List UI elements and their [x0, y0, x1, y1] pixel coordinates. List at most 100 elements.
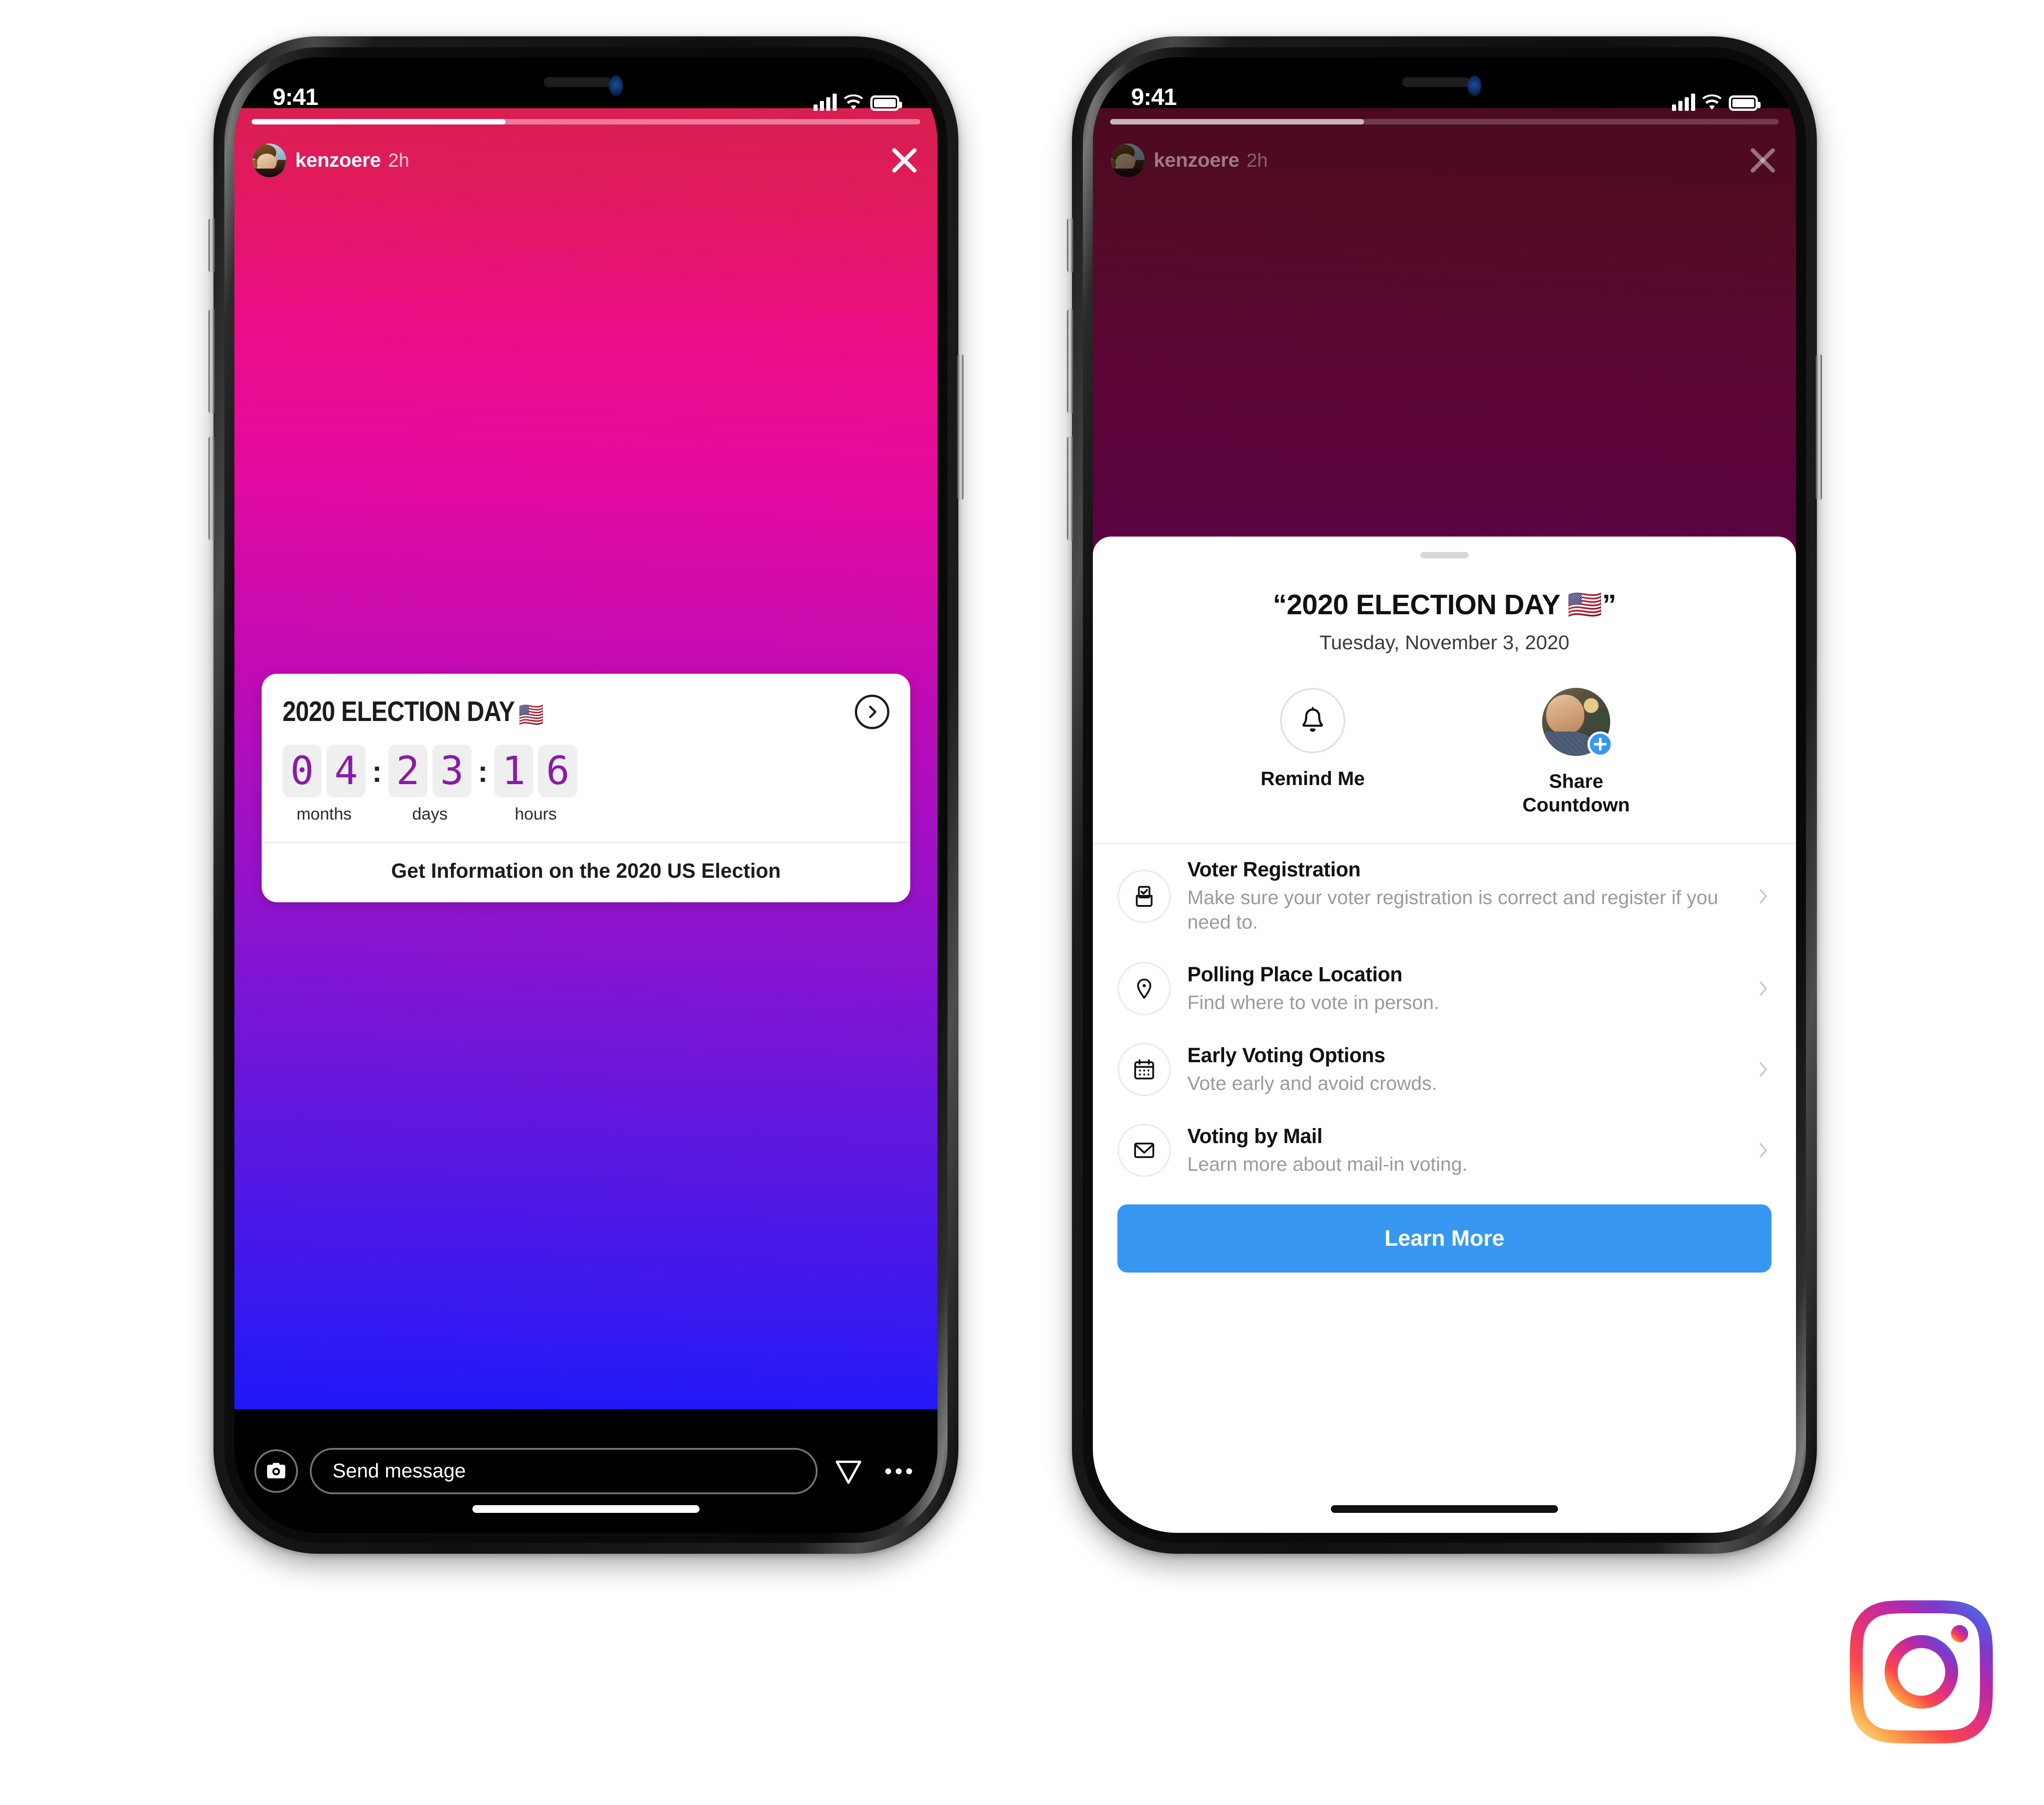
story-timestamp: 2h	[1246, 149, 1268, 171]
countdown-digit: 0	[283, 745, 322, 797]
countdown-digit: 6	[538, 745, 577, 797]
countdown-sticker-top: 2020 ELECTION DAY 🇺🇸 0 4 months: 2 3 da…	[262, 674, 910, 842]
countdown-unit-label: days	[412, 805, 448, 823]
story-canvas[interactable]: kenzoere 2h 2020 ELECTION DAY 🇺🇸 0 4 mon…	[234, 108, 938, 1533]
battery-icon	[1729, 95, 1761, 111]
phone-right-bezel: kenzoere 2h “2020 ELECTION DAY 🇺🇸” Tuesd…	[1083, 47, 1806, 1543]
story-footer: Send message	[234, 1409, 938, 1533]
volume-down-button[interactable]	[1067, 436, 1073, 541]
volume-up-button[interactable]	[208, 309, 215, 413]
remind-me-button[interactable]: Remind Me	[1238, 688, 1388, 817]
power-button[interactable]	[1816, 354, 1822, 500]
list-item-description: Vote early and avoid crowds.	[1187, 1072, 1437, 1094]
countdown-cta-text[interactable]: Get Information on the 2020 US Election	[262, 843, 910, 902]
chevron-right-icon[interactable]	[1754, 1059, 1772, 1080]
wifi-icon	[843, 94, 864, 111]
chevron-right-icon[interactable]	[1754, 1139, 1772, 1161]
mute-switch[interactable]	[1067, 218, 1073, 273]
story-header: kenzoere 2h	[1093, 135, 1796, 185]
close-icon[interactable]	[889, 145, 919, 175]
countdown-sticker[interactable]: 2020 ELECTION DAY 🇺🇸 0 4 months: 2 3 da…	[262, 674, 910, 902]
list-item[interactable]: Voting by Mail Learn more about mail-in …	[1093, 1110, 1796, 1191]
plus-icon[interactable]	[1588, 731, 1613, 757]
cellular-signal-icon	[814, 94, 837, 111]
countdown-unit-label: months	[296, 805, 352, 823]
send-icon[interactable]	[829, 1455, 868, 1487]
countdown-digit: 4	[327, 745, 366, 797]
status-clock: 9:41	[1131, 84, 1177, 110]
remind-me-label: Remind Me	[1260, 768, 1365, 790]
close-icon[interactable]	[1748, 145, 1778, 175]
list-item-description: Find where to vote in person.	[1187, 991, 1439, 1014]
list-item[interactable]: Early Voting Options Vote early and avoi…	[1093, 1029, 1796, 1110]
phone-right-screen: kenzoere 2h “2020 ELECTION DAY 🇺🇸” Tuesd…	[1093, 57, 1796, 1533]
countdown-digit: 3	[432, 745, 471, 797]
share-countdown-label: Share Countdown	[1522, 771, 1630, 816]
phone-right: kenzoere 2h “2020 ELECTION DAY 🇺🇸” Tuesd…	[1067, 36, 1822, 1554]
list-item-description: Make sure your voter registration is cor…	[1187, 886, 1718, 934]
volume-down-button[interactable]	[208, 436, 215, 541]
envelope-icon	[1117, 1124, 1171, 1178]
countdown-title: 2020 ELECTION DAY 🇺🇸	[283, 696, 544, 729]
story-username[interactable]: kenzoere	[1154, 149, 1240, 172]
chevron-right-icon[interactable]	[1754, 978, 1772, 999]
avatar[interactable]	[253, 144, 286, 177]
instagram-logo	[1849, 1599, 1994, 1745]
phone-left-bezel: kenzoere 2h 2020 ELECTION DAY 🇺🇸 0 4 mon…	[224, 47, 948, 1543]
list-item-title: Voting by Mail	[1187, 1124, 1323, 1148]
phone-left-screen: kenzoere 2h 2020 ELECTION DAY 🇺🇸 0 4 mon…	[234, 57, 938, 1533]
more-options-icon[interactable]	[879, 1468, 918, 1474]
send-message-placeholder: Send message	[332, 1460, 466, 1482]
story-progress-fill	[1110, 119, 1364, 124]
wifi-icon	[1702, 94, 1722, 111]
story-progress-bar[interactable]	[252, 119, 920, 124]
countdown-group-months: 0 4 months	[283, 745, 366, 824]
sheet-subtitle: Tuesday, November 3, 2020	[1319, 632, 1570, 654]
volume-up-button[interactable]	[1067, 309, 1073, 413]
mute-switch[interactable]	[208, 218, 215, 273]
calendar-icon	[1117, 1043, 1171, 1097]
status-bar: 9:41	[234, 57, 938, 117]
search-input[interactable]: Send message	[310, 1448, 818, 1494]
story-header: kenzoere 2h	[234, 135, 938, 185]
countdown-group-days: 2 3 days	[388, 745, 471, 824]
chevron-right-icon[interactable]	[855, 695, 889, 729]
home-indicator[interactable]	[472, 1505, 700, 1513]
list-item[interactable]: Polling Place Location Find where to vot…	[1093, 948, 1796, 1029]
ballot-check-icon	[1117, 869, 1171, 923]
countdown-digit: 1	[494, 745, 533, 797]
profile-photo	[1542, 688, 1613, 757]
countdown-digit: 2	[388, 745, 427, 797]
chevron-right-icon[interactable]	[1754, 885, 1772, 907]
home-indicator[interactable]	[1331, 1505, 1558, 1513]
bell-icon	[1280, 688, 1345, 753]
power-button[interactable]	[957, 354, 963, 500]
sheet-actions: Remind Me Share Countdown	[1093, 688, 1796, 817]
phone-left: kenzoere 2h 2020 ELECTION DAY 🇺🇸 0 4 mon…	[208, 36, 963, 1554]
countdown-group-hours: 1 6 hours	[494, 745, 577, 824]
sheet-rows: Voter Registration Make sure your voter …	[1093, 844, 1796, 1191]
list-item[interactable]: Voter Registration Make sure your voter …	[1093, 844, 1796, 948]
battery-icon	[870, 95, 902, 111]
countdown-title-text: 2020 ELECTION DAY	[283, 696, 515, 727]
list-item-title: Early Voting Options	[1187, 1043, 1385, 1067]
screenshot-canvas: kenzoere 2h 2020 ELECTION DAY 🇺🇸 0 4 mon…	[0, 0, 2044, 1805]
story-timestamp: 2h	[388, 149, 410, 171]
story-username[interactable]: kenzoere	[295, 149, 381, 172]
us-flag-icon: 🇺🇸	[518, 701, 544, 728]
story-progress-bar[interactable]	[1110, 119, 1779, 124]
countdown-separator: :	[477, 755, 488, 788]
avatar[interactable]	[1111, 144, 1145, 177]
list-item-description: Learn more about mail-in voting.	[1187, 1153, 1468, 1175]
countdown-digits: 0 4 months : 2 3 days: 1 6 hours	[283, 745, 889, 824]
countdown-detail-sheet: “2020 ELECTION DAY 🇺🇸” Tuesday, November…	[1093, 537, 1796, 1533]
list-item-title: Voter Registration	[1187, 857, 1361, 881]
list-item-title: Polling Place Location	[1187, 962, 1403, 986]
sheet-title: “2020 ELECTION DAY 🇺🇸”	[1273, 589, 1616, 621]
share-countdown-button[interactable]: Share Countdown	[1501, 688, 1651, 817]
learn-more-button[interactable]: Learn More	[1117, 1204, 1771, 1273]
countdown-unit-label: hours	[515, 805, 557, 823]
sheet-grabber[interactable]	[1420, 552, 1469, 558]
status-clock: 9:41	[273, 84, 318, 110]
camera-icon[interactable]	[254, 1449, 298, 1493]
